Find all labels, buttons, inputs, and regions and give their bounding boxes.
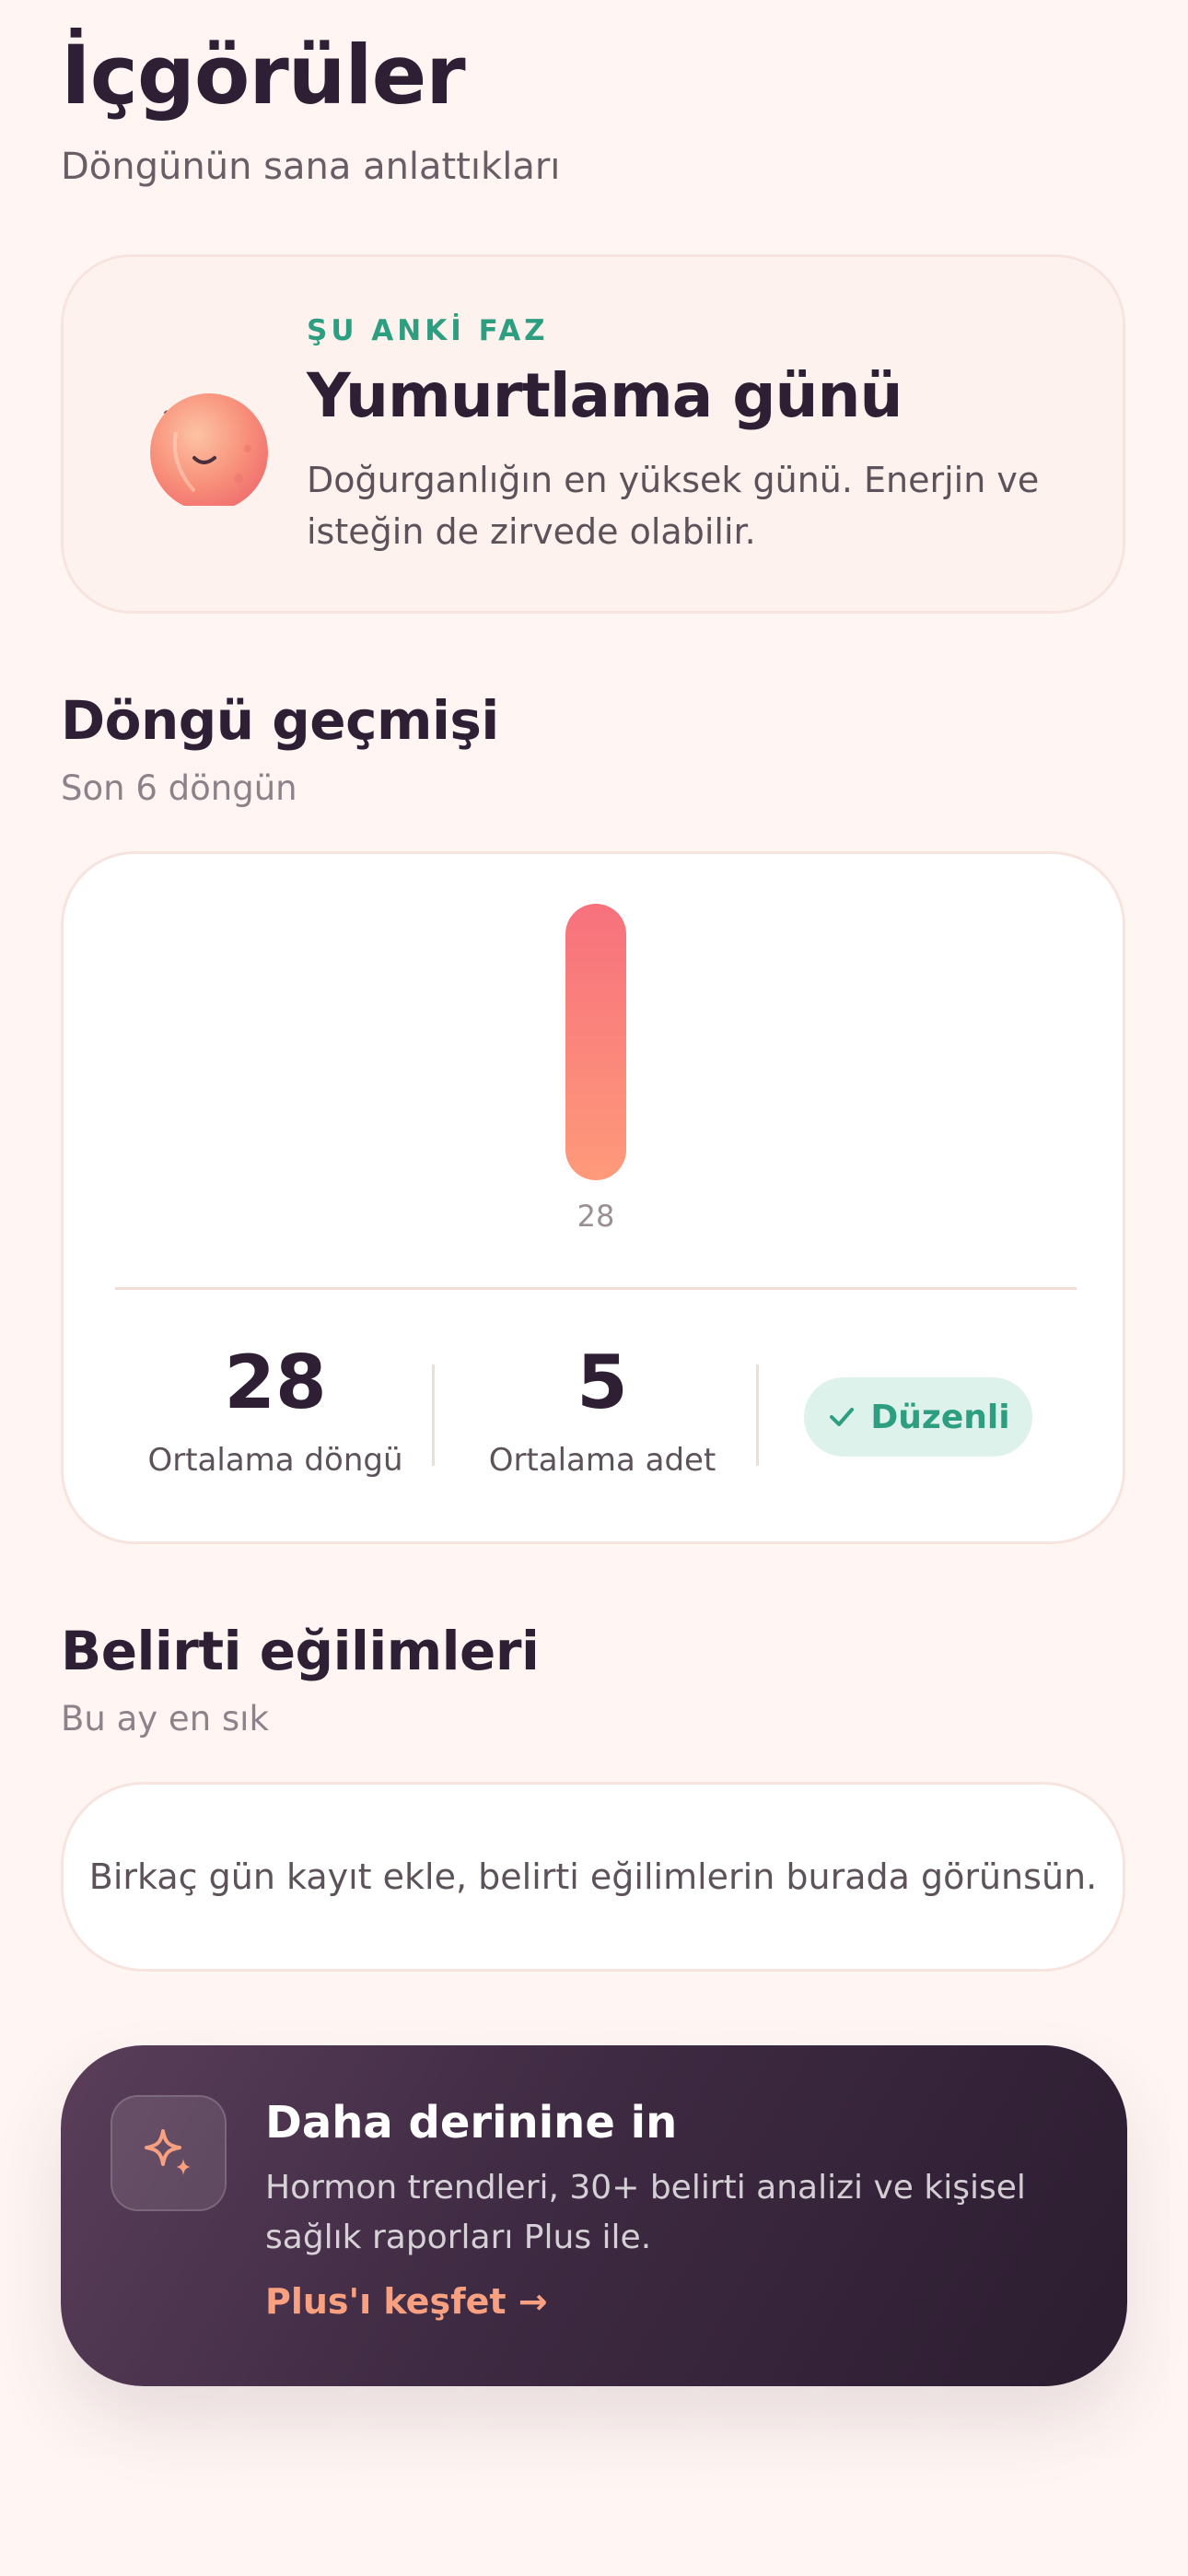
avg-period-stat: 5 Ortalama adet: [450, 1340, 754, 1480]
history-section-title: Döngü geçmişi: [61, 689, 499, 752]
sleeping-moon-icon: [110, 340, 275, 511]
symptoms-section-subtitle: Bu ay en sık: [61, 1699, 269, 1739]
avg-period-label: Ortalama adet: [488, 1442, 716, 1479]
regular-status-badge: Düzenli: [804, 1377, 1032, 1457]
avg-cycle-stat: 28 Ortalama döngü: [137, 1340, 413, 1480]
plus-title: Daha derinine in: [265, 2097, 678, 2149]
stat-separator: [756, 1364, 759, 1466]
page-title: İçgörüler: [61, 28, 466, 123]
cycle-bar: [565, 904, 626, 1180]
history-section-subtitle: Son 6 döngün: [61, 768, 297, 808]
sparkle-icon: [111, 2095, 227, 2211]
symptoms-section-title: Belirti eğilimleri: [61, 1620, 540, 1682]
cycle-history-chart: 28: [565, 904, 626, 1234]
avg-cycle-value: 28: [224, 1340, 327, 1425]
cycle-history-card: 28 28 Ortalama döngü 5 Ortalama adet Düz…: [61, 851, 1125, 1544]
badge-label: Düzenli: [870, 1398, 1010, 1436]
phase-description: Doğurganlığın en yüksek günü. Enerjin ve…: [307, 460, 1040, 552]
symptom-trends-card: Birkaç gün kayıt ekle, belirti eğilimler…: [61, 1782, 1125, 1972]
plus-description: Hormon trendleri, 30+ belirti analizi ve…: [265, 2169, 1026, 2256]
insights-screen: İçgörüler Döngünün sana anlattıkları ŞU …: [0, 0, 1188, 2576]
phase-label: ŞU ANKİ FAZ: [307, 314, 549, 347]
plus-promo-card[interactable]: Daha derinine in Hormon trendleri, 30+ b…: [61, 2045, 1127, 2386]
avg-period-value: 5: [577, 1340, 628, 1425]
cycle-bar-label: 28: [577, 1199, 615, 1234]
phase-title: Yumurtlama günü: [307, 360, 903, 431]
chart-divider: [115, 1287, 1077, 1290]
explore-plus-link[interactable]: Plus'ı keşfet →: [265, 2281, 548, 2322]
stat-separator: [432, 1364, 435, 1466]
check-icon: [830, 1408, 855, 1426]
page-subtitle: Döngünün sana anlattıkları: [61, 146, 561, 188]
avg-cycle-label: Ortalama döngü: [147, 1442, 403, 1479]
current-phase-card[interactable]: ŞU ANKİ FAZ Yumurtlama günü Doğurganlığı…: [61, 254, 1125, 614]
symptoms-empty-message: Birkaç gün kayıt ekle, belirti eğilimler…: [88, 1856, 1098, 1897]
